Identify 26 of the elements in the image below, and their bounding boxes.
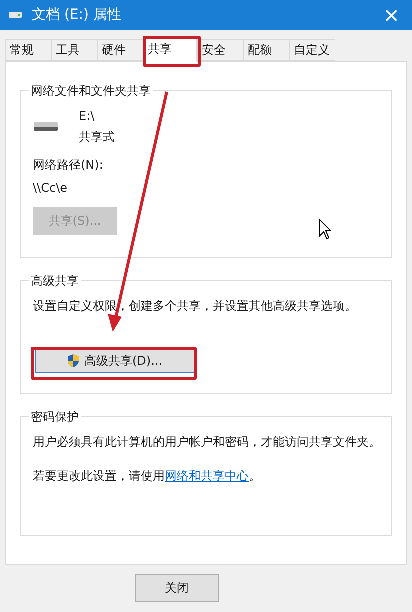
tab[interactable]: 硬件: [97, 39, 143, 61]
advanced-sharing-button[interactable]: 高级共享(D)...: [35, 349, 195, 373]
drive-label: E:\: [79, 108, 96, 125]
hint-text: 若要更改此设置，请使用网络和共享中心。: [33, 468, 262, 485]
tab[interactable]: 工具: [51, 39, 97, 61]
group-title: 网络文件和文件夹共享: [29, 82, 153, 100]
drive-icon: [33, 120, 59, 132]
highlight-box: [143, 36, 201, 67]
share-status: 共享式: [79, 129, 115, 146]
group-title: 高级共享: [29, 272, 81, 290]
network-sharing-center-link[interactable]: 网络和共享中心: [165, 469, 249, 483]
mouse-cursor-icon: [320, 218, 332, 240]
close-dialog-button[interactable]: 关闭: [135, 574, 219, 602]
description: 用户必须具有此计算机的用户帐户和密码，才能访问共享文件夹。: [33, 434, 382, 451]
shield-icon: [67, 354, 80, 368]
window-title: 文档 (E:) 属性: [32, 6, 122, 24]
group-title: 密码保护: [29, 408, 81, 426]
description: 设置自定义权限，创建多个共享，并设置其他高级共享选项。: [33, 298, 358, 315]
network-path: \\Cc\e: [33, 180, 68, 197]
tab[interactable]: 自定义: [289, 39, 335, 61]
path-label: 网络路径(N):: [33, 157, 104, 174]
close-button[interactable]: ×: [379, 5, 404, 25]
tab[interactable]: 安全: [197, 39, 243, 61]
tab[interactable]: 配额: [243, 39, 289, 61]
drive-icon: [8, 10, 24, 20]
tab[interactable]: 常规: [5, 39, 51, 61]
